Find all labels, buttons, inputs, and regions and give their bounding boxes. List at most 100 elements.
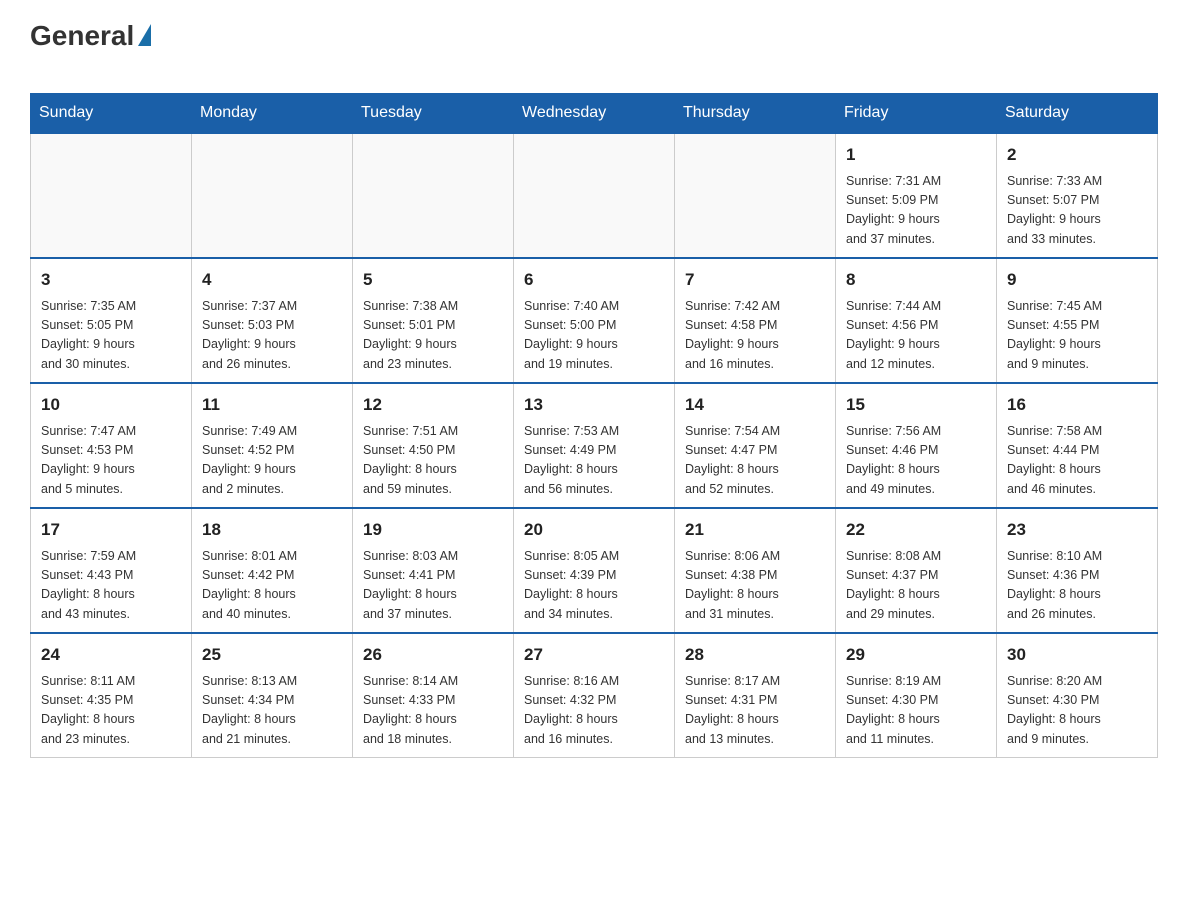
weekday-header-sunday: Sunday — [31, 94, 192, 134]
calendar-cell: 16Sunrise: 7:58 AM Sunset: 4:44 PM Dayli… — [997, 383, 1158, 508]
day-number: 21 — [685, 517, 825, 543]
calendar-body: 1 Sunrise: 7:31 AM Sunset: 5:09 PM Daylig… — [31, 133, 1158, 758]
calendar-week-1: 1 Sunrise: 7:31 AM Sunset: 5:09 PM Daylig… — [31, 133, 1158, 258]
day-number: 11 — [202, 392, 342, 418]
day-number: 23 — [1007, 517, 1147, 543]
day-info: Sunrise: 7:49 AM Sunset: 4:52 PM Dayligh… — [202, 422, 342, 500]
day-number: 24 — [41, 642, 181, 668]
day-number: 1 — [846, 142, 986, 168]
day-number: 18 — [202, 517, 342, 543]
calendar-cell: 15Sunrise: 7:56 AM Sunset: 4:46 PM Dayli… — [836, 383, 997, 508]
calendar-cell: 5 Sunrise: 7:38 AM Sunset: 5:01 PM Daylig… — [353, 258, 514, 383]
logo-general-text: General — [30, 20, 134, 52]
day-info: Sunrise: 8:17 AM Sunset: 4:31 PM Dayligh… — [685, 672, 825, 750]
calendar-cell — [353, 133, 514, 258]
day-number: 5 — [363, 267, 503, 293]
calendar-table: SundayMondayTuesdayWednesdayThursdayFrid… — [30, 93, 1158, 758]
calendar-header: SundayMondayTuesdayWednesdayThursdayFrid… — [31, 94, 1158, 134]
calendar-cell: 18 Sunrise: 8:01 AM Sunset: 4:42 PM Dayli… — [192, 508, 353, 633]
weekday-header-thursday: Thursday — [675, 94, 836, 134]
calendar-cell: 14 Sunrise: 7:54 AM Sunset: 4:47 PM Dayli… — [675, 383, 836, 508]
day-number: 28 — [685, 642, 825, 668]
day-number: 22 — [846, 517, 986, 543]
day-info: Sunrise: 8:16 AM Sunset: 4:32 PM Dayligh… — [524, 672, 664, 750]
calendar-cell: 13 Sunrise: 7:53 AM Sunset: 4:49 PM Dayli… — [514, 383, 675, 508]
calendar-cell: 17 Sunrise: 7:59 AM Sunset: 4:43 PM Dayli… — [31, 508, 192, 633]
day-info: Sunrise: 8:20 AM Sunset: 4:30 PM Dayligh… — [1007, 672, 1147, 750]
day-number: 2 — [1007, 142, 1147, 168]
day-number: 14 — [685, 392, 825, 418]
day-number: 15 — [846, 392, 986, 418]
day-info: Sunrise: 8:19 AM Sunset: 4:30 PM Dayligh… — [846, 672, 986, 750]
calendar-cell: 26 Sunrise: 8:14 AM Sunset: 4:33 PM Dayli… — [353, 633, 514, 758]
day-info: Sunrise: 7:38 AM Sunset: 5:01 PM Dayligh… — [363, 297, 503, 375]
day-info: Sunrise: 7:47 AM Sunset: 4:53 PM Dayligh… — [41, 422, 181, 500]
day-number: 30 — [1007, 642, 1147, 668]
calendar-cell: 8 Sunrise: 7:44 AM Sunset: 4:56 PM Daylig… — [836, 258, 997, 383]
weekday-row: SundayMondayTuesdayWednesdayThursdayFrid… — [31, 94, 1158, 134]
day-info: Sunrise: 7:53 AM Sunset: 4:49 PM Dayligh… — [524, 422, 664, 500]
calendar-cell — [192, 133, 353, 258]
calendar-cell: 1 Sunrise: 7:31 AM Sunset: 5:09 PM Daylig… — [836, 133, 997, 258]
day-info: Sunrise: 7:40 AM Sunset: 5:00 PM Dayligh… — [524, 297, 664, 375]
day-info: Sunrise: 8:08 AM Sunset: 4:37 PM Dayligh… — [846, 547, 986, 625]
day-number: 29 — [846, 642, 986, 668]
weekday-header-tuesday: Tuesday — [353, 94, 514, 134]
page-header: General — [30, 20, 1158, 83]
day-number: 9 — [1007, 267, 1147, 293]
weekday-header-wednesday: Wednesday — [514, 94, 675, 134]
day-number: 3 — [41, 267, 181, 293]
calendar-cell: 7Sunrise: 7:42 AM Sunset: 4:58 PM Daylig… — [675, 258, 836, 383]
day-info: Sunrise: 7:37 AM Sunset: 5:03 PM Dayligh… — [202, 297, 342, 375]
calendar-cell: 6 Sunrise: 7:40 AM Sunset: 5:00 PM Daylig… — [514, 258, 675, 383]
day-info: Sunrise: 8:13 AM Sunset: 4:34 PM Dayligh… — [202, 672, 342, 750]
day-number: 6 — [524, 267, 664, 293]
calendar-cell: 29 Sunrise: 8:19 AM Sunset: 4:30 PM Dayli… — [836, 633, 997, 758]
day-number: 13 — [524, 392, 664, 418]
calendar-cell: 12 Sunrise: 7:51 AM Sunset: 4:50 PM Dayli… — [353, 383, 514, 508]
calendar-cell — [31, 133, 192, 258]
day-info: Sunrise: 7:31 AM Sunset: 5:09 PM Dayligh… — [846, 172, 986, 250]
day-info: Sunrise: 7:54 AM Sunset: 4:47 PM Dayligh… — [685, 422, 825, 500]
calendar-cell: 2 Sunrise: 7:33 AM Sunset: 5:07 PM Daylig… — [997, 133, 1158, 258]
calendar-cell — [514, 133, 675, 258]
day-info: Sunrise: 8:01 AM Sunset: 4:42 PM Dayligh… — [202, 547, 342, 625]
calendar-cell: 11 Sunrise: 7:49 AM Sunset: 4:52 PM Dayli… — [192, 383, 353, 508]
day-number: 20 — [524, 517, 664, 543]
day-number: 4 — [202, 267, 342, 293]
calendar-week-5: 24 Sunrise: 8:11 AM Sunset: 4:35 PM Dayli… — [31, 633, 1158, 758]
calendar-cell — [675, 133, 836, 258]
calendar-cell: 30 Sunrise: 8:20 AM Sunset: 4:30 PM Dayli… — [997, 633, 1158, 758]
day-info: Sunrise: 7:44 AM Sunset: 4:56 PM Dayligh… — [846, 297, 986, 375]
calendar-cell: 24 Sunrise: 8:11 AM Sunset: 4:35 PM Dayli… — [31, 633, 192, 758]
day-info: Sunrise: 7:59 AM Sunset: 4:43 PM Dayligh… — [41, 547, 181, 625]
calendar-cell: 22 Sunrise: 8:08 AM Sunset: 4:37 PM Dayli… — [836, 508, 997, 633]
calendar-cell: 25Sunrise: 8:13 AM Sunset: 4:34 PM Dayli… — [192, 633, 353, 758]
calendar-cell: 3 Sunrise: 7:35 AM Sunset: 5:05 PM Daylig… — [31, 258, 192, 383]
day-info: Sunrise: 7:33 AM Sunset: 5:07 PM Dayligh… — [1007, 172, 1147, 250]
day-number: 10 — [41, 392, 181, 418]
weekday-header-monday: Monday — [192, 94, 353, 134]
calendar-cell: 23 Sunrise: 8:10 AM Sunset: 4:36 PM Dayli… — [997, 508, 1158, 633]
calendar-cell: 9 Sunrise: 7:45 AM Sunset: 4:55 PM Daylig… — [997, 258, 1158, 383]
day-info: Sunrise: 8:10 AM Sunset: 4:36 PM Dayligh… — [1007, 547, 1147, 625]
calendar-week-2: 3 Sunrise: 7:35 AM Sunset: 5:05 PM Daylig… — [31, 258, 1158, 383]
day-number: 16 — [1007, 392, 1147, 418]
calendar-cell: 19Sunrise: 8:03 AM Sunset: 4:41 PM Dayli… — [353, 508, 514, 633]
day-number: 26 — [363, 642, 503, 668]
day-info: Sunrise: 8:03 AM Sunset: 4:41 PM Dayligh… — [363, 547, 503, 625]
day-info: Sunrise: 7:35 AM Sunset: 5:05 PM Dayligh… — [41, 297, 181, 375]
day-info: Sunrise: 8:14 AM Sunset: 4:33 PM Dayligh… — [363, 672, 503, 750]
day-number: 17 — [41, 517, 181, 543]
day-info: Sunrise: 7:42 AM Sunset: 4:58 PM Dayligh… — [685, 297, 825, 375]
day-number: 27 — [524, 642, 664, 668]
day-info: Sunrise: 8:11 AM Sunset: 4:35 PM Dayligh… — [41, 672, 181, 750]
day-number: 8 — [846, 267, 986, 293]
calendar-cell: 21Sunrise: 8:06 AM Sunset: 4:38 PM Dayli… — [675, 508, 836, 633]
logo-triangle-icon — [138, 24, 151, 46]
day-info: Sunrise: 7:51 AM Sunset: 4:50 PM Dayligh… — [363, 422, 503, 500]
day-info: Sunrise: 7:45 AM Sunset: 4:55 PM Dayligh… — [1007, 297, 1147, 375]
day-info: Sunrise: 8:05 AM Sunset: 4:39 PM Dayligh… — [524, 547, 664, 625]
calendar-cell: 28 Sunrise: 8:17 AM Sunset: 4:31 PM Dayli… — [675, 633, 836, 758]
day-number: 12 — [363, 392, 503, 418]
